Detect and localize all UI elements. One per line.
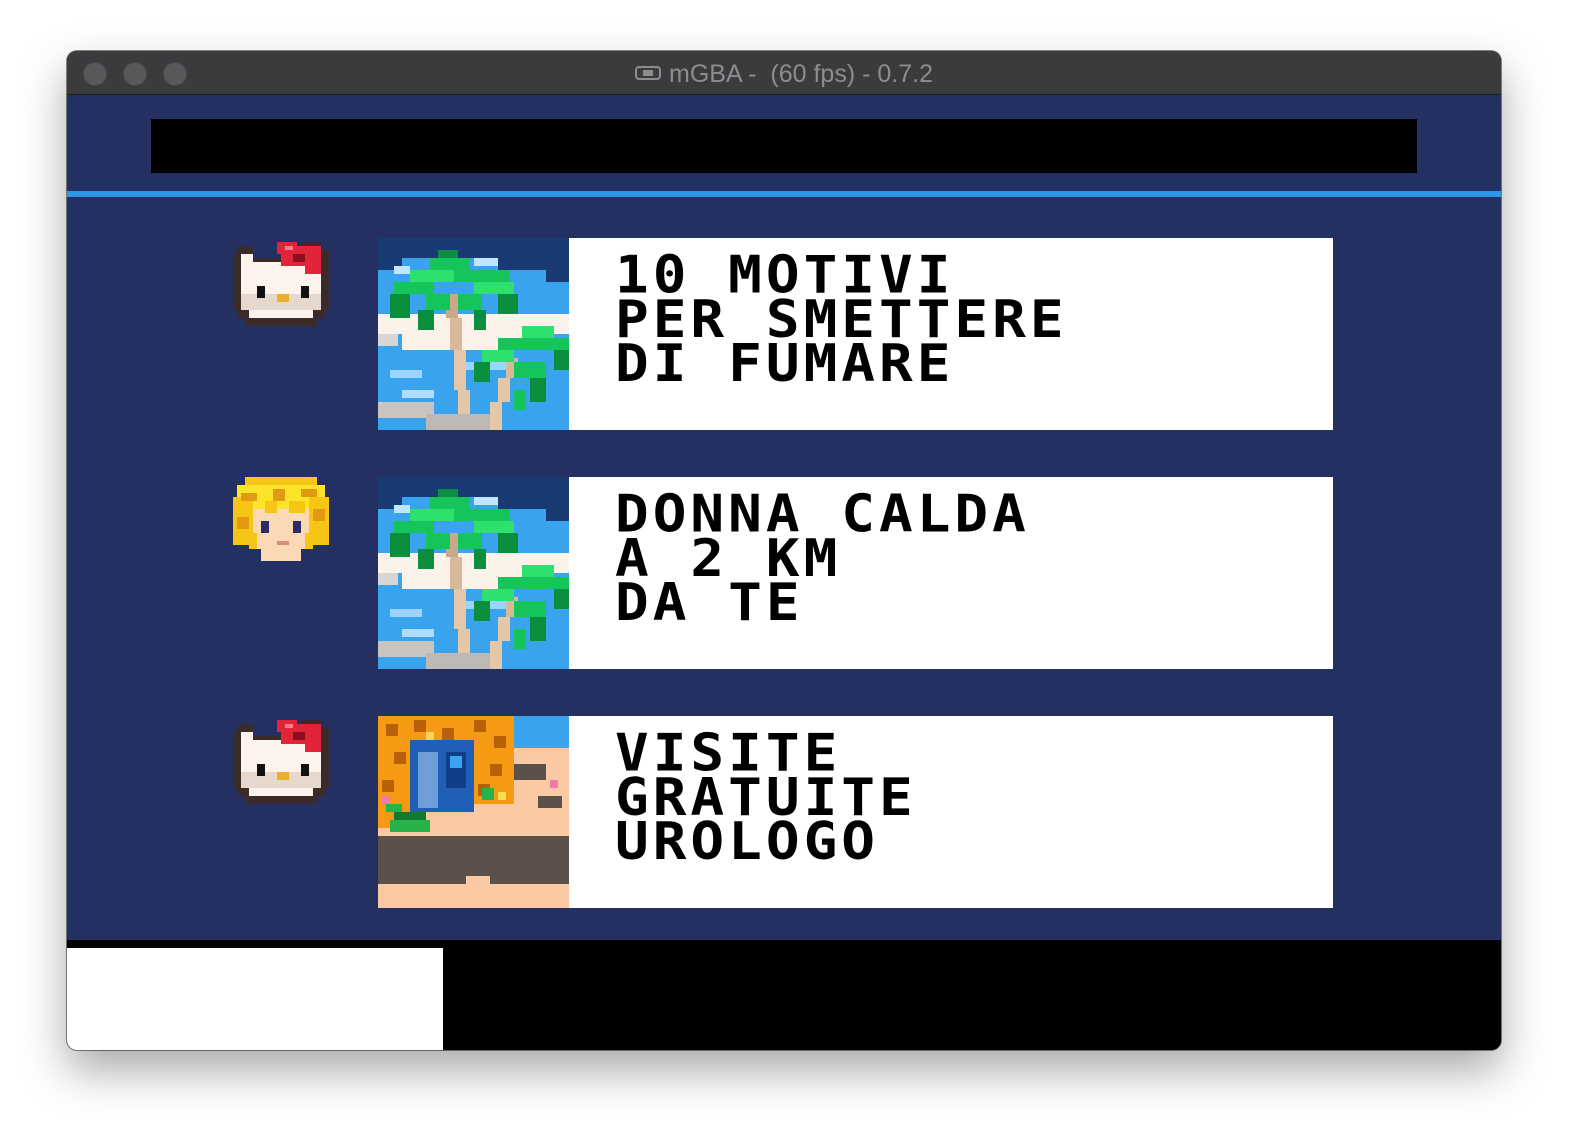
emulator-window: mGBA - (60 fps) - 0.7.2 10 MOTIVI PER SM…: [67, 51, 1501, 1050]
post-card[interactable]: VISITE GRATUITE UROLOGO: [569, 716, 1333, 908]
post-thumbnail: [378, 238, 570, 430]
feed-post[interactable]: 10 MOTIVI PER SMETTERE DI FUMARE: [67, 238, 1501, 430]
cat-face-with-red-bow-icon: [233, 716, 329, 812]
post-card[interactable]: DONNA CALDA A 2 KM DA TE: [569, 477, 1333, 669]
post-card[interactable]: 10 MOTIVI PER SMETTERE DI FUMARE: [569, 238, 1333, 430]
header-divider: [67, 191, 1501, 197]
blonde-curly-hair-face-icon: [233, 477, 329, 573]
feed-post[interactable]: VISITE GRATUITE UROLOGO: [67, 716, 1501, 908]
palm-tree-beach-image: [378, 238, 570, 430]
top-black-bar: [151, 119, 1417, 173]
window-title: mGBA - (60 fps) - 0.7.2: [669, 60, 933, 88]
palm-tree-beach-image: [378, 477, 570, 669]
window-title-area: mGBA - (60 fps) - 0.7.2: [67, 51, 1501, 95]
post-headline: 10 MOTIVI PER SMETTERE DI FUMARE: [615, 245, 1068, 394]
cat-face-with-red-bow-icon: [233, 238, 329, 334]
post-thumbnail: [378, 716, 570, 908]
desert-cave-door-image: [378, 716, 570, 908]
post-headline: DONNA CALDA A 2 KM DA TE: [615, 484, 1030, 633]
title-bar[interactable]: mGBA - (60 fps) - 0.7.2: [67, 51, 1501, 95]
bottom-black-bar: [67, 940, 1501, 1050]
gamepad-icon: [635, 66, 661, 80]
bottom-white-panel: [67, 948, 443, 1050]
feed-post[interactable]: DONNA CALDA A 2 KM DA TE: [67, 477, 1501, 669]
post-headline: VISITE GRATUITE UROLOGO: [615, 723, 917, 872]
game-screen[interactable]: 10 MOTIVI PER SMETTERE DI FUMARE DONNA C…: [67, 95, 1501, 1050]
post-thumbnail: [378, 477, 570, 669]
